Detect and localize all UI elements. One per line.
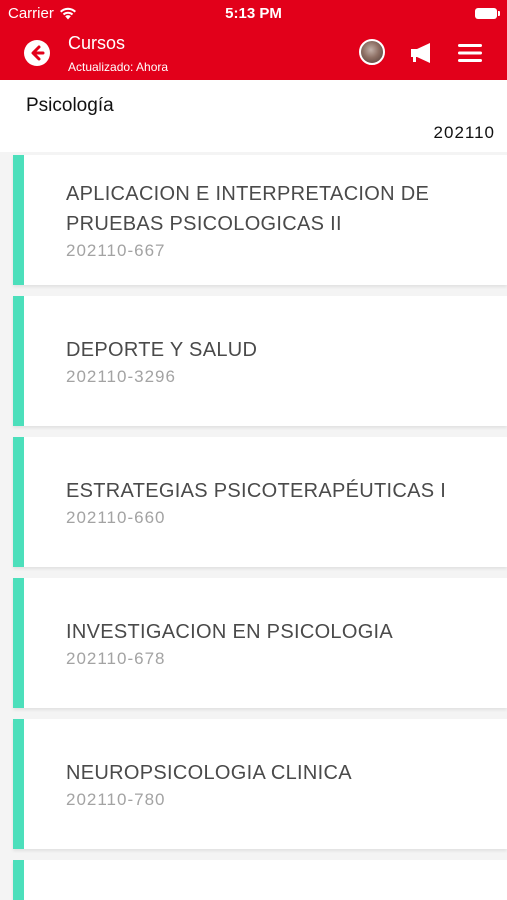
section-period-code: 202110 (433, 123, 495, 142)
section-title: Psicología (26, 95, 114, 116)
battery-icon (475, 8, 500, 19)
back-arrow-icon (31, 45, 45, 61)
course-card[interactable]: INVESTIGACION EN PSICOLOGIA 202110-678 (13, 578, 507, 708)
course-card[interactable]: NEUROPSICOLOGIA CLINICA 202110-780 (13, 719, 507, 849)
megaphone-icon[interactable] (409, 41, 435, 65)
course-text: ESTRATEGIAS PSICOTERAPÉUTICAS I 202110-6… (66, 476, 477, 528)
course-accent-bar (13, 719, 24, 849)
course-text: APLICACION E INTERPRETACION DE PRUEBAS P… (66, 179, 477, 261)
course-name: APLICACION E INTERPRETACION DE PRUEBAS P… (66, 183, 430, 235)
course-name: DEPORTE Y SALUD (66, 339, 258, 361)
page-title: Cursos (68, 33, 126, 53)
course-text: DEPORTE Y SALUD 202110-3296 (66, 335, 477, 387)
course-text: NEUROPSICOLOGIA CLINICA 202110-780 (66, 758, 477, 810)
course-accent-bar (13, 296, 24, 426)
course-code: 202110-660 (66, 508, 166, 527)
course-accent-bar (13, 437, 24, 567)
hamburger-menu-icon[interactable] (458, 42, 482, 64)
course-card[interactable]: DEPORTE Y SALUD 202110-3296 (13, 296, 507, 426)
course-name: INVESTIGACION EN PSICOLOGIA (66, 621, 394, 643)
course-text: INVESTIGACION EN PSICOLOGIA 202110-678 (66, 617, 477, 669)
last-updated-label: Actualizado: Ahora (68, 60, 169, 74)
course-code: 202110-3296 (66, 367, 176, 386)
status-time: 5:13 PM (225, 5, 282, 22)
course-accent-bar (13, 155, 24, 285)
course-code: 202110-678 (66, 649, 166, 668)
back-button[interactable] (24, 40, 50, 66)
course-accent-bar (13, 578, 24, 708)
avatar[interactable] (359, 39, 385, 65)
section-header: Psicología 202110 (0, 80, 507, 152)
course-name: NEUROPSICOLOGIA CLINICA (66, 762, 352, 784)
course-code: 202110-780 (66, 790, 166, 809)
course-code: 202110-667 (66, 241, 166, 260)
app-header: Cursos Actualizado: Ahora (0, 28, 507, 80)
course-name: ESTRATEGIAS PSICOTERAPÉUTICAS I (66, 480, 447, 502)
course-card[interactable]: APLICACION E INTERPRETACION DE PRUEBAS P… (13, 155, 507, 285)
course-card-partial[interactable] (13, 860, 507, 900)
course-accent-bar (13, 860, 24, 900)
status-bar: Carrier 5:13 PM (0, 0, 507, 28)
course-card[interactable]: ESTRATEGIAS PSICOTERAPÉUTICAS I 202110-6… (13, 437, 507, 567)
